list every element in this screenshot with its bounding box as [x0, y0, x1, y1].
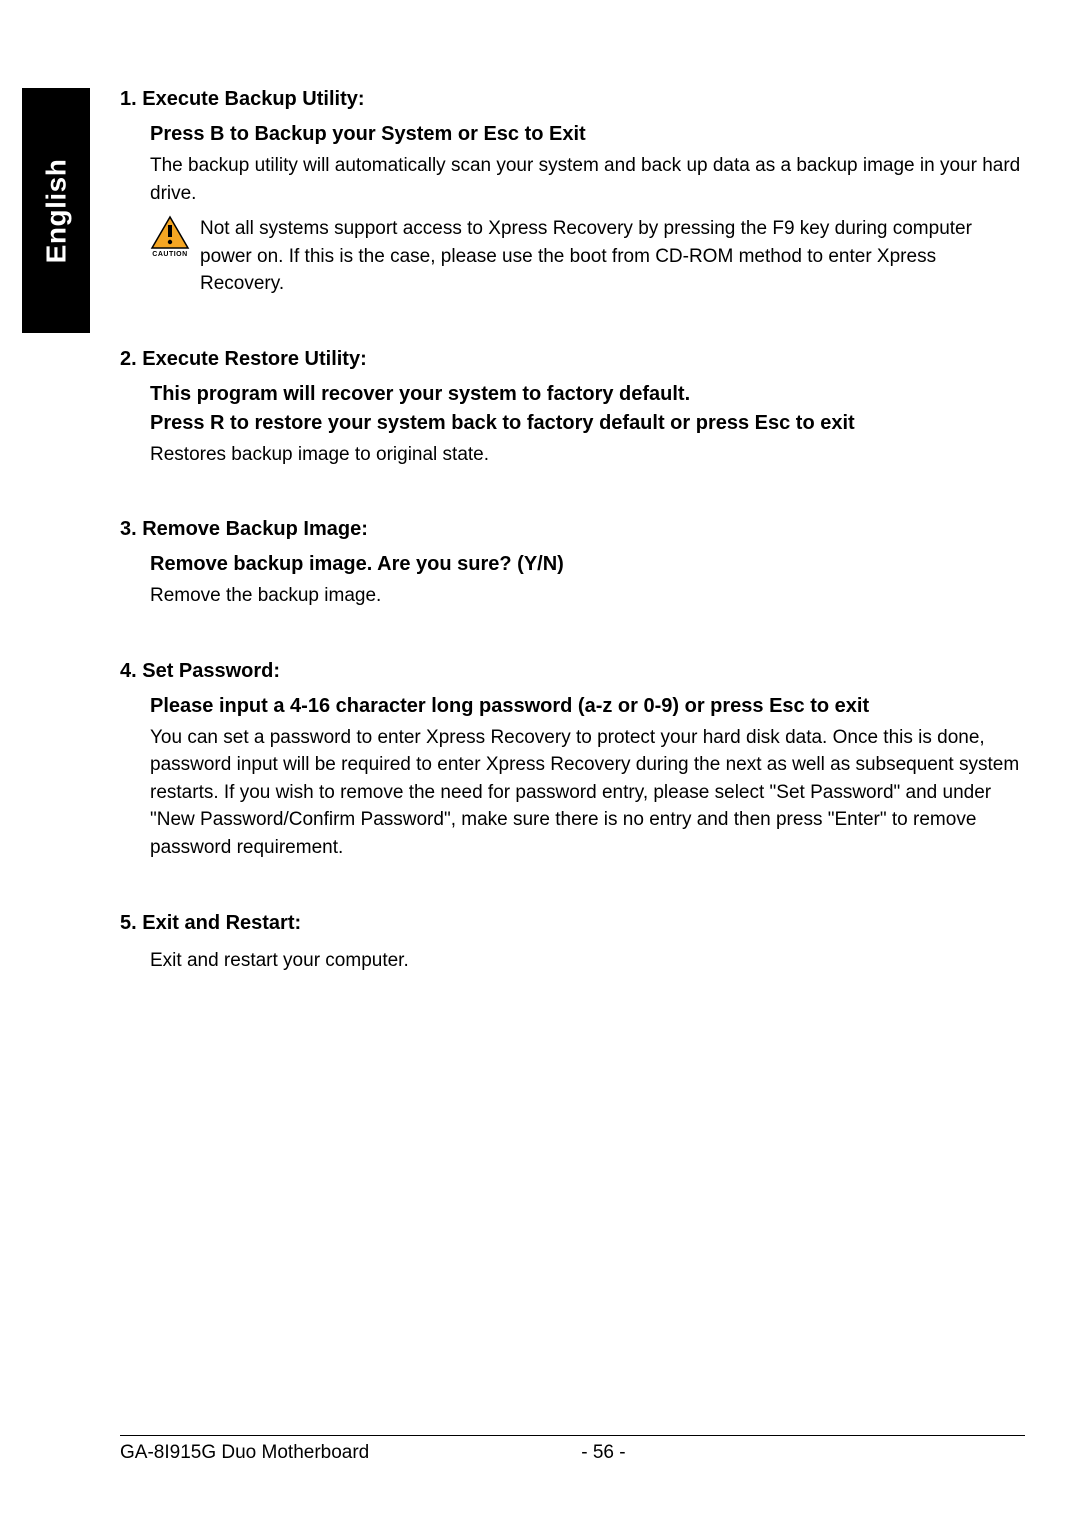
body-text: You can set a password to enter Xpress R… — [150, 724, 1025, 862]
caution-block: CAUTION Not all systems support access t… — [150, 215, 1025, 298]
section-title: 5. Exit and Restart: — [120, 912, 1025, 935]
sub-title: Please input a 4-16 character long passw… — [150, 695, 1025, 718]
body-text: Remove the backup image. — [150, 582, 1025, 610]
sub-section: Remove backup image. Are you sure? (Y/N)… — [150, 553, 1025, 610]
body-text: Exit and restart your computer. — [150, 947, 1025, 975]
sub-section: Press B to Backup your System or Esc to … — [150, 123, 1025, 298]
content-area: 1. Execute Backup Utility: Press B to Ba… — [120, 88, 1025, 974]
language-label: English — [40, 158, 72, 263]
caution-text: Not all systems support access to Xpress… — [200, 215, 1025, 298]
body-text: Restores backup image to original state. — [150, 441, 1025, 469]
footer-row: GA-8I915G Duo Motherboard - 56 - — [120, 1442, 1025, 1464]
section-exit-restart: 5. Exit and Restart: Exit and restart yo… — [120, 912, 1025, 975]
language-tab: English — [22, 88, 90, 333]
sub-section: Exit and restart your computer. — [150, 947, 1025, 975]
sub-section: Please input a 4-16 character long passw… — [150, 695, 1025, 862]
section-title: 3. Remove Backup Image: — [120, 518, 1025, 541]
sub-title: Remove backup image. Are you sure? (Y/N) — [150, 553, 1025, 576]
body-text: The backup utility will automatically sc… — [150, 152, 1025, 207]
sub-title: This program will recover your system to… — [150, 383, 1025, 406]
section-backup-utility: 1. Execute Backup Utility: Press B to Ba… — [120, 88, 1025, 298]
footer-divider — [120, 1435, 1025, 1436]
section-restore-utility: 2. Execute Restore Utility: This program… — [120, 348, 1025, 469]
section-title: 4. Set Password: — [120, 660, 1025, 683]
footer-product: GA-8I915G Duo Motherboard — [120, 1442, 369, 1464]
caution-icon: CAUTION — [150, 215, 190, 258]
section-set-password: 4. Set Password: Please input a 4-16 cha… — [120, 660, 1025, 862]
caution-label: CAUTION — [150, 251, 190, 258]
sub-title: Press B to Backup your System or Esc to … — [150, 123, 1025, 146]
section-remove-backup: 3. Remove Backup Image: Remove backup im… — [120, 518, 1025, 610]
sub-section: This program will recover your system to… — [150, 383, 1025, 469]
sub-title: Press R to restore your system back to f… — [150, 412, 1025, 435]
footer-page-number: - 56 - — [581, 1442, 625, 1464]
section-title: 2. Execute Restore Utility: — [120, 348, 1025, 371]
section-title: 1. Execute Backup Utility: — [120, 88, 1025, 111]
footer: GA-8I915G Duo Motherboard - 56 - — [120, 1435, 1025, 1464]
document-page: English 1. Execute Backup Utility: Press… — [0, 0, 1080, 1529]
